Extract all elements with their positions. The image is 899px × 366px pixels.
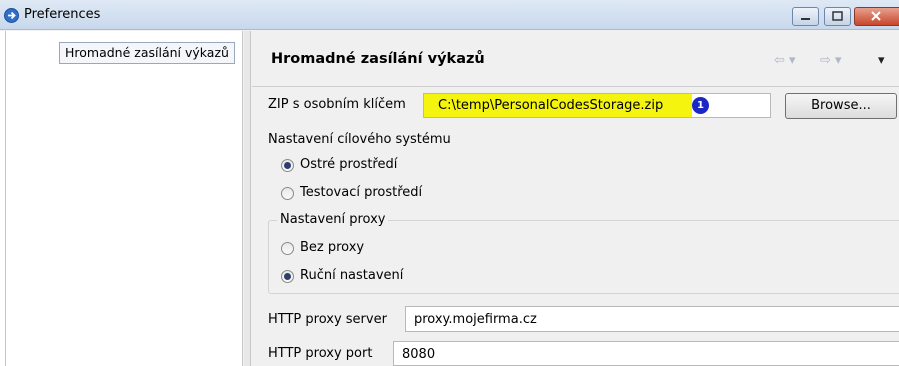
proxy-server-input[interactable]: proxy.mojefirma.cz: [405, 306, 899, 332]
forward-button[interactable]: ⇨ ▾: [820, 53, 842, 68]
browse-button[interactable]: Browse...: [785, 93, 897, 119]
proxy-port-value: 8080: [402, 347, 436, 362]
radio-rucni-nastaveni-label[interactable]: Ruční nastavení: [300, 268, 403, 283]
proxy-port-input[interactable]: 8080: [393, 341, 899, 366]
page-header: Hromadné zasílání výkazů ⇦ ▾ ⇨ ▾ ▾: [252, 31, 899, 87]
tree-item-hromadne-zasilani[interactable]: Hromadné zasílání výkazů: [59, 42, 235, 64]
proxy-server-value: proxy.mojefirma.cz: [414, 312, 537, 327]
radio-testovaci-prostredi[interactable]: [281, 187, 294, 200]
minimize-icon: [801, 18, 810, 20]
radio-testovaci-prostredi-label[interactable]: Testovací prostředí: [300, 185, 422, 200]
zip-label: ZIP s osobním klíčem: [268, 97, 406, 112]
target-system-label: Nastavení cílového systému: [268, 132, 451, 147]
radio-rucni-nastaveni[interactable]: [281, 270, 294, 283]
preferences-tree: Hromadné zasílání výkazů: [0, 31, 243, 366]
proxy-server-label: HTTP proxy server: [268, 312, 387, 327]
minimize-button[interactable]: [792, 7, 819, 26]
zip-path-value: C:\temp\PersonalCodesStorage.zip: [438, 98, 664, 113]
callout-badge: 1: [692, 97, 709, 114]
radio-bez-proxy-label[interactable]: Bez proxy: [300, 240, 364, 255]
maximize-button[interactable]: [824, 7, 851, 26]
radio-bez-proxy[interactable]: [281, 242, 294, 255]
proxy-group-title: Nastavení proxy: [277, 212, 389, 227]
close-icon: [871, 11, 881, 21]
proxy-port-label: HTTP proxy port: [268, 346, 373, 361]
radio-ostre-prostredi-label[interactable]: Ostré prostředí: [300, 157, 397, 172]
pane-splitter[interactable]: [244, 31, 251, 366]
zip-path-input[interactable]: C:\temp\PersonalCodesStorage.zip 1: [423, 93, 771, 118]
maximize-icon: [832, 11, 843, 21]
back-button[interactable]: ⇦ ▾: [774, 53, 796, 68]
title-bar: Preferences: [0, 0, 899, 30]
window-title: Preferences: [24, 7, 101, 22]
preference-page-content: ZIP s osobním klíčem C:\temp\PersonalCod…: [252, 88, 899, 366]
preferences-app-icon: [4, 8, 19, 23]
radio-ostre-prostredi[interactable]: [281, 159, 294, 172]
tree-border: [5, 31, 6, 366]
view-menu-button[interactable]: ▾: [878, 53, 885, 68]
page-title: Hromadné zasílání výkazů: [271, 51, 485, 67]
close-button[interactable]: [854, 7, 899, 26]
